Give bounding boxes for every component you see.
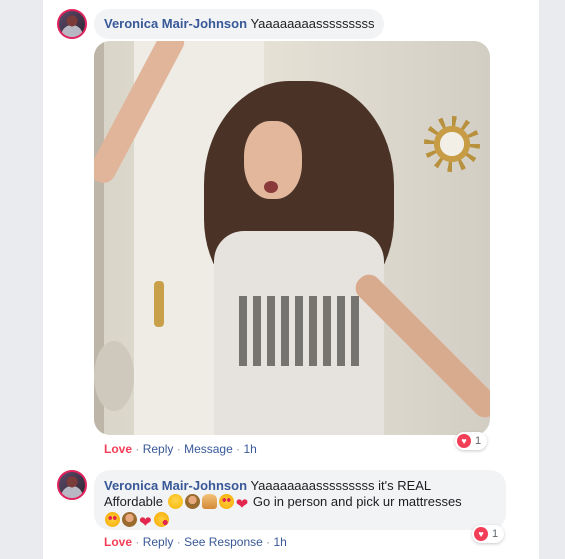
separator: · xyxy=(176,442,181,456)
love-reaction-link[interactable]: Love xyxy=(104,442,132,456)
love-reaction-link[interactable]: Love xyxy=(104,535,132,549)
comment-bubble: Veronica Mair-Johnson Yaaaaaaaasssssssss xyxy=(94,9,385,39)
comment-author[interactable]: Veronica Mair-Johnson xyxy=(104,478,247,493)
timestamp[interactable]: 1h xyxy=(274,535,287,549)
shirt-print xyxy=(239,296,359,366)
message-link[interactable]: Message xyxy=(184,442,233,456)
comment-bubble: Veronica Mair-Johnson Yaaaaaaaasssssssss… xyxy=(94,470,506,530)
mouth xyxy=(264,181,278,193)
heart-eyes-icon xyxy=(105,512,120,527)
love-heart-icon: ♥ xyxy=(457,434,471,448)
comment-text: Yaaaaaaaasssssssss xyxy=(250,16,375,31)
reaction-count: 1 xyxy=(475,435,482,447)
reply-link[interactable]: Reply xyxy=(143,442,174,456)
reply-link[interactable]: Reply xyxy=(143,535,174,549)
reaction-count: 1 xyxy=(492,528,499,540)
comment-text: Go in person and pick ur mattresses xyxy=(252,494,462,509)
reaction-count-badge[interactable]: ♥ 1 xyxy=(455,432,488,450)
separator: · xyxy=(135,535,140,549)
door-knob xyxy=(154,281,164,327)
plant xyxy=(94,341,134,411)
comment-text: Yaaaaaaaasssssssss it's REAL xyxy=(250,478,432,493)
face-blowing-kiss-icon xyxy=(153,512,169,527)
separator: · xyxy=(236,442,241,456)
timestamp[interactable]: 1h xyxy=(243,442,256,456)
relieved-face-icon xyxy=(167,494,183,509)
separator: · xyxy=(266,535,271,549)
woman-emoji-icon xyxy=(122,512,137,527)
see-response-link[interactable]: See Response xyxy=(184,535,263,549)
red-heart-icon: ❤ xyxy=(235,496,249,513)
gif-attachment[interactable] xyxy=(94,41,490,435)
comment-actions: Love · Reply · Message · 1h xyxy=(104,442,257,456)
folded-hands-icon xyxy=(201,494,217,509)
avatar[interactable] xyxy=(57,470,87,500)
separator: · xyxy=(176,535,181,549)
avatar[interactable] xyxy=(57,9,87,39)
red-heart-icon: ❤ xyxy=(139,514,152,531)
woman-emoji-icon xyxy=(184,494,200,509)
comment-text: Affordable xyxy=(104,494,164,509)
reaction-count-badge[interactable]: ♥ 1 xyxy=(472,525,505,543)
comment-author[interactable]: Veronica Mair-Johnson xyxy=(104,16,247,31)
heart-eyes-icon xyxy=(218,494,234,509)
sunburst-mirror xyxy=(424,116,480,172)
comment-actions: Love · Reply · See Response · 1h xyxy=(104,535,287,549)
separator: · xyxy=(135,442,140,456)
love-heart-icon: ♥ xyxy=(474,527,488,541)
